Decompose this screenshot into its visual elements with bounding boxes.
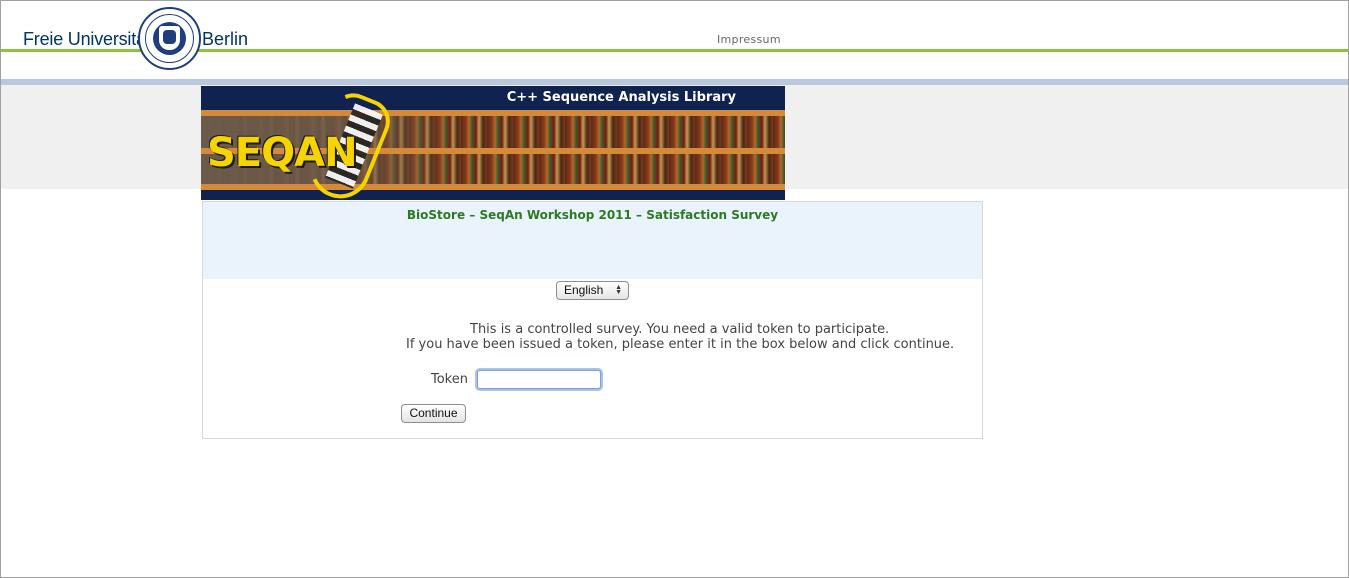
fu-berlin-seal-icon[interactable] (138, 7, 201, 70)
header-green-divider (1, 49, 1348, 52)
token-input[interactable] (477, 370, 601, 389)
banner-footer-strip (201, 190, 785, 200)
select-updown-icon: ▲ ▼ (615, 284, 622, 296)
site-header: Freie Universität Berlin Impressum (1, 1, 1348, 79)
survey-panel: BioStore – SeqAn Workshop 2011 – Satisfa… (202, 201, 983, 439)
banner-title: C++ Sequence Analysis Library (506, 90, 736, 105)
fu-brand-name[interactable]: Freie Universität (23, 29, 151, 50)
survey-header: BioStore – SeqAn Workshop 2011 – Satisfa… (203, 202, 982, 279)
survey-message-line2: If you have been issued a token, please … (406, 337, 955, 352)
seal-bear (163, 30, 176, 44)
survey-message-line1: This is a controlled survey. You need a … (470, 322, 890, 337)
language-select[interactable]: English ▲ ▼ (556, 281, 629, 300)
continue-button[interactable]: Continue (401, 404, 466, 423)
seqan-logo: SEQAN (207, 130, 358, 176)
survey-title: BioStore – SeqAn Workshop 2011 – Satisfa… (406, 208, 779, 222)
impressum-link[interactable]: Impressum (717, 33, 781, 46)
language-select-value: English (564, 283, 604, 297)
shelf-rail (201, 110, 785, 116)
fu-brand-city[interactable]: Berlin (202, 29, 248, 50)
seqan-banner: SEQAN C++ Sequence Analysis Library (201, 86, 785, 200)
token-label: Token (431, 372, 468, 387)
